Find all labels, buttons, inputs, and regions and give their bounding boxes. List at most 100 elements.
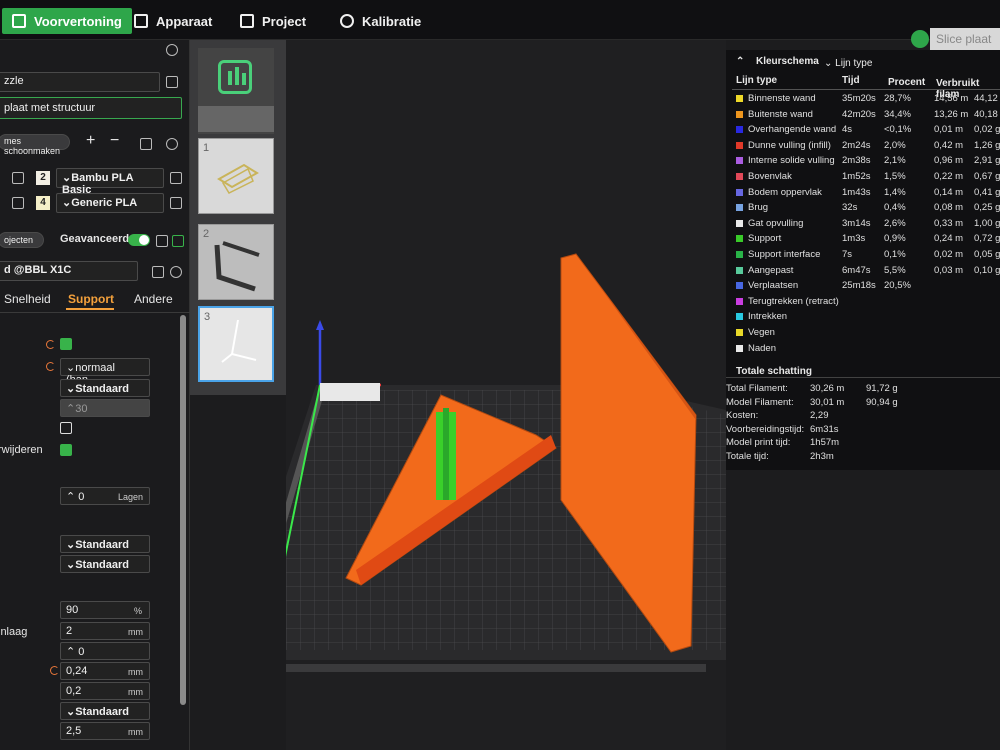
legend-line-type: Dunne vulling (infill) (748, 139, 831, 151)
legend-time: 2m24s (842, 139, 871, 151)
pattern-select-3[interactable]: ⌄Standaard (60, 702, 150, 720)
edit-icon[interactable] (170, 172, 182, 184)
search-icon[interactable] (170, 266, 182, 278)
tab-other[interactable]: Andere (134, 292, 173, 306)
support-style-value: Standaard (75, 383, 130, 395)
3d-viewport[interactable]: 08 (286, 40, 726, 750)
gear-icon[interactable] (166, 44, 178, 56)
legend-swatch (736, 282, 743, 290)
value-25: 2,5 (66, 725, 82, 737)
legend-row[interactable]: Vegen (726, 326, 1000, 341)
top-layers-unit: Lagen (118, 492, 144, 502)
legend-line-type: Vegen (748, 327, 775, 338)
legend-line-type: Interne solide vulling (748, 155, 835, 167)
settings-scrollbar[interactable] (180, 315, 186, 705)
add-icon[interactable]: + (86, 132, 95, 150)
count-field[interactable]: ⌃ 0 (60, 642, 150, 660)
tab-speed[interactable]: Snelheid (4, 292, 51, 306)
filament-sync-icon[interactable] (140, 138, 152, 150)
enable-support-checkbox[interactable] (60, 338, 72, 350)
interlayer-label: inlaag (0, 626, 28, 638)
tab-calibration[interactable]: Kalibratie (330, 8, 431, 34)
plate-3-thumbnail[interactable]: 3 (198, 306, 274, 382)
collapse-icon[interactable]: ⌃ (736, 56, 744, 67)
reset-icon[interactable] (46, 340, 55, 349)
edit-icon[interactable] (12, 172, 24, 184)
estimate-label: Voorbereidingstijd: (726, 423, 805, 435)
plate-2-preview (214, 241, 260, 292)
edit-icon[interactable] (166, 76, 178, 88)
legend-row[interactable]: Gat opvulling 3m14s 2,6% 0,33 m 1,00 g (726, 217, 1000, 232)
reset-icon[interactable] (50, 666, 59, 675)
tab-device-label: Apparaat (156, 13, 213, 29)
plate-1-thumbnail[interactable]: 1 (198, 138, 274, 214)
tab-preview[interactable]: Voorvertoning (2, 8, 132, 34)
legend-row[interactable]: Overhangende wand 4s <0,1% 0,01 m 0,02 g (726, 123, 1000, 138)
filament-slot-badge: 4 (36, 196, 50, 210)
legend-row[interactable]: Intrekken (726, 310, 1000, 325)
legend-row[interactable]: Support interface 7s 0,1% 0,02 m 0,05 g (726, 248, 1000, 263)
threshold-angle-field[interactable]: ⌃30 (60, 399, 150, 417)
legend-row[interactable]: Bodem oppervlak 1m43s 1,4% 0,14 m 0,41 g (726, 186, 1000, 201)
legend-length: 0,08 m (934, 202, 964, 214)
legend-swatch (736, 235, 743, 243)
legend-row[interactable]: Terugtrekken (retract) (726, 295, 1000, 310)
plate-overview-card[interactable] (198, 48, 274, 134)
advanced-toggle[interactable] (128, 234, 150, 246)
legend-percent: 0,1% (884, 249, 906, 260)
threshold-angle-value: 30 (75, 403, 88, 415)
tab-device[interactable]: Apparaat (124, 8, 222, 34)
on-build-plate-checkbox[interactable] (60, 422, 72, 434)
legend-row[interactable]: Dunne vulling (infill) 2m24s 2,0% 0,42 m 1,2… (726, 139, 1000, 154)
objects-button[interactable]: ojecten (0, 232, 44, 248)
nozzle-clean-button[interactable]: mes schoonmaken (0, 134, 70, 156)
list-icon[interactable] (156, 235, 168, 247)
color-scheme-select[interactable]: ⌄ Lijn type (824, 58, 872, 69)
save-icon[interactable] (152, 266, 164, 278)
filament-settings-icon[interactable] (166, 138, 178, 150)
legend-row[interactable]: Interne solide vulling 2m38s 2,1% 0,96 m 2,9… (726, 154, 1000, 169)
support-style-select[interactable]: ⌄Standaard (60, 379, 150, 397)
legend-weight: 0,10 g (974, 264, 1000, 276)
filament-select-1[interactable]: ⌄Bambu PLA Basic (56, 168, 164, 196)
legend-row[interactable]: Brug 32s 0,4% 0,08 m 0,25 g (726, 201, 1000, 216)
base-pattern-select[interactable]: ⌄Standaard (60, 555, 150, 573)
legend-row[interactable]: Naden (726, 342, 1000, 357)
interface-pattern-select[interactable]: ⌄Standaard (60, 535, 150, 553)
estimate-row: Kosten: 2,29 (726, 410, 1000, 423)
compare-icon[interactable] (172, 235, 184, 247)
legend-row[interactable]: Buitenste wand 42m20s 34,4% 13,26 m 40,18 (726, 108, 1000, 123)
legend-percent: 1,5% (884, 171, 906, 182)
slice-dropdown-toggle[interactable] (911, 30, 929, 48)
reset-icon[interactable] (46, 362, 55, 371)
legend-weight: 40,18 (974, 108, 998, 120)
tab-project[interactable]: Project (230, 8, 316, 34)
process-preset-select[interactable]: d @BBL X1C (0, 261, 138, 281)
legend-weight: 0,05 g (974, 249, 1000, 260)
legend-row[interactable]: Support 1m3s 0,9% 0,24 m 0,72 g (726, 232, 1000, 247)
plate-2-thumbnail[interactable]: 2 (198, 224, 274, 300)
edit-icon[interactable] (170, 197, 182, 209)
legend-row[interactable]: Aangepast 6m47s 5,5% 0,03 m 0,10 g (726, 264, 1000, 279)
plate-type-select[interactable]: plaat met structuur (0, 97, 182, 119)
support-type-select[interactable]: ⌄normaal (han... (60, 358, 150, 386)
plate-1-preview (217, 163, 259, 194)
tab-support-underline (66, 308, 114, 310)
legend-percent: 5,5% (884, 264, 906, 276)
monitor-icon (134, 14, 148, 28)
legend-row[interactable]: Verplaatsen 25m18s 20,5% (726, 279, 1000, 294)
legend-line-type: Support (748, 233, 782, 245)
remove-small-overhang-checkbox[interactable] (60, 444, 72, 456)
legend-swatch (736, 266, 743, 274)
legend-row[interactable]: Binnenste wand 35m20s 28,7% 14,56 m 44,12 (726, 92, 1000, 107)
legend-time: 6m47s (842, 264, 871, 276)
remove-icon[interactable]: − (110, 132, 119, 150)
tab-support[interactable]: Support (68, 292, 114, 306)
slice-plate-button[interactable]: Slice plaat (930, 28, 1000, 50)
header-line-type: Lijn type (736, 75, 778, 86)
project-name-field[interactable]: zzle (0, 72, 160, 92)
edit-icon[interactable] (12, 197, 24, 209)
legend-line-type: Verplaatsen (748, 280, 799, 292)
filament-select-2[interactable]: ⌄Generic PLA (56, 193, 164, 213)
legend-row[interactable]: Bovenvlak 1m52s 1,5% 0,22 m 0,67 g (726, 170, 1000, 185)
